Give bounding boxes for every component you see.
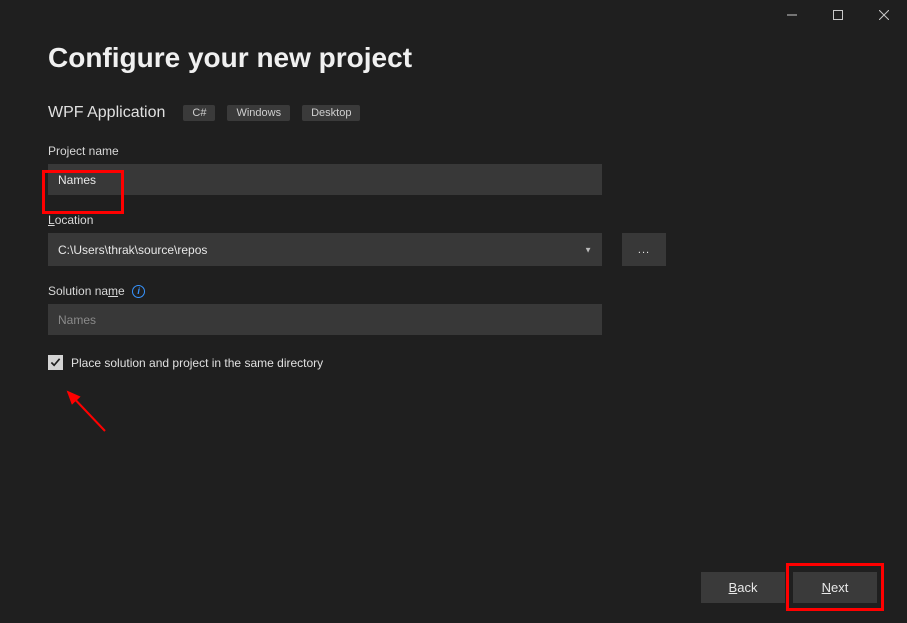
close-icon (879, 10, 889, 20)
project-name-label: Project name (48, 144, 859, 158)
same-directory-label: Place solution and project in the same d… (71, 356, 323, 370)
minimize-button[interactable] (769, 0, 815, 30)
same-directory-checkbox[interactable] (48, 355, 63, 370)
tag-csharp: C# (183, 105, 215, 121)
solution-name-input (48, 304, 602, 335)
solution-name-label: Solution name i (48, 284, 859, 298)
project-type-row: WPF Application C# Windows Desktop (48, 104, 859, 122)
maximize-button[interactable] (815, 0, 861, 30)
back-button[interactable]: Back (701, 572, 785, 603)
location-label: Location (48, 213, 859, 227)
next-button[interactable]: Next (793, 572, 877, 603)
annotation-arrow (60, 386, 120, 446)
window-titlebar (0, 0, 907, 30)
checkmark-icon (50, 357, 61, 368)
close-button[interactable] (861, 0, 907, 30)
same-directory-row: Place solution and project in the same d… (48, 355, 859, 370)
location-section: Location ▼ ... (48, 213, 859, 266)
location-dropdown[interactable]: ▼ (48, 233, 602, 266)
page-title: Configure your new project (48, 42, 859, 74)
project-name-section: Project name (48, 144, 859, 195)
project-type-name: WPF Application (48, 104, 165, 122)
browse-button[interactable]: ... (622, 233, 666, 266)
solution-name-section: Solution name i (48, 284, 859, 335)
tag-desktop: Desktop (302, 105, 360, 121)
location-input[interactable] (48, 233, 602, 266)
minimize-icon (787, 10, 797, 20)
project-name-input[interactable] (48, 164, 602, 195)
tag-windows: Windows (227, 105, 290, 121)
footer-buttons: Back Next (701, 572, 877, 603)
maximize-icon (833, 10, 843, 20)
info-icon[interactable]: i (132, 285, 145, 298)
